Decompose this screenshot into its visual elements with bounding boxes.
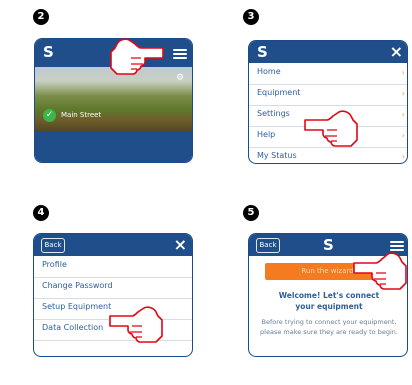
app-logo: S bbox=[323, 236, 334, 254]
step-number-3: 3 bbox=[243, 9, 259, 25]
app-header bbox=[249, 41, 407, 63]
step-number-2: 2 bbox=[33, 9, 49, 25]
hamburger-menu-icon[interactable] bbox=[173, 47, 187, 61]
menu-item-label: Data Collection bbox=[42, 323, 104, 332]
gear-icon[interactable]: ⚙ bbox=[176, 73, 184, 83]
location-name: Main Street bbox=[61, 111, 102, 119]
step-number-4: 4 bbox=[33, 205, 49, 221]
pointing-hand-icon bbox=[109, 306, 163, 343]
app-logo: S bbox=[43, 43, 54, 61]
welcome-body-text: Before trying to connect your equipment,… bbox=[260, 318, 398, 336]
menu-item-label: Equipment bbox=[257, 88, 301, 97]
check-badge-icon: ✓ bbox=[43, 109, 56, 122]
welcome-heading: Welcome! Let's connect your equipment bbox=[278, 291, 380, 311]
menu-item-my-status[interactable]: My Status › bbox=[249, 147, 407, 163]
photo-footer bbox=[35, 131, 192, 162]
pointing-hand-icon bbox=[353, 252, 407, 290]
menu-item-label: My Status bbox=[257, 151, 297, 160]
pointing-hand-icon bbox=[304, 110, 358, 147]
back-button[interactable]: Back bbox=[41, 238, 65, 253]
close-icon[interactable]: × bbox=[390, 41, 403, 63]
back-button[interactable]: Back bbox=[256, 238, 280, 253]
close-icon[interactable]: × bbox=[174, 234, 187, 256]
chevron-right-icon: › bbox=[401, 89, 405, 98]
menu-item-label: Settings bbox=[257, 109, 290, 118]
menu-item-label: Help bbox=[257, 130, 276, 139]
chevron-right-icon: › bbox=[401, 110, 405, 119]
menu-item-home[interactable]: Home › bbox=[249, 63, 407, 85]
chevron-right-icon: › bbox=[401, 152, 405, 161]
app-logo: S bbox=[257, 43, 268, 61]
menu-item-profile[interactable]: Profile bbox=[34, 256, 192, 278]
pointing-hand-icon bbox=[110, 38, 164, 75]
step-number-5: 5 bbox=[243, 205, 259, 221]
menu-item-equipment[interactable]: Equipment › bbox=[249, 84, 407, 106]
menu-item-label: Change Password bbox=[42, 281, 113, 290]
menu-item-label: Home bbox=[257, 67, 281, 76]
chevron-right-icon: › bbox=[401, 68, 405, 77]
chevron-right-icon: › bbox=[401, 131, 405, 140]
location-photo bbox=[35, 67, 192, 131]
menu-item-label: Setup Equipment bbox=[42, 302, 112, 311]
menu-item-change-password[interactable]: Change Password bbox=[34, 277, 192, 299]
menu-item-label: Profile bbox=[42, 260, 67, 269]
